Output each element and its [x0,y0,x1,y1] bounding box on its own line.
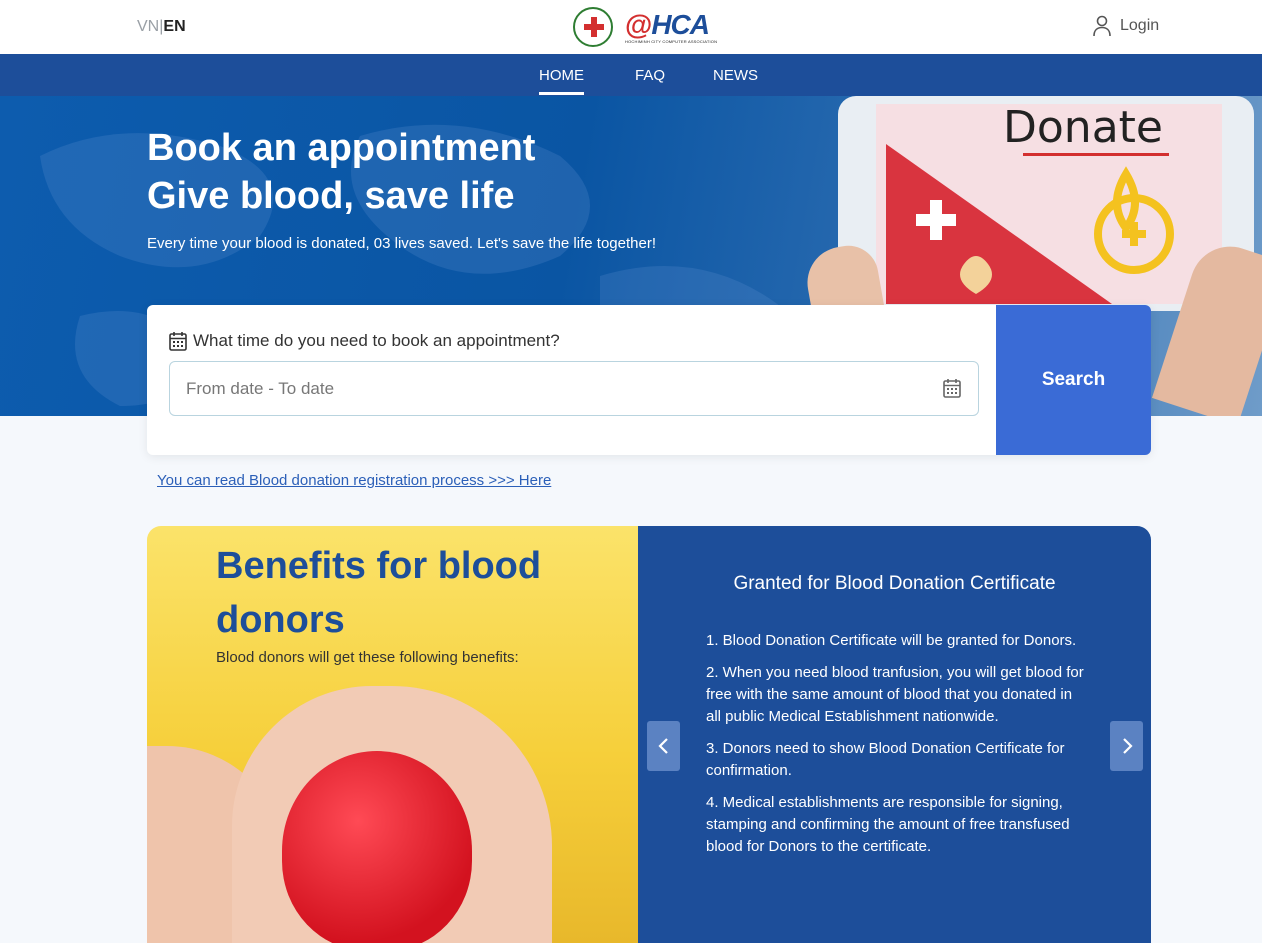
hero-tagline: Every time your blood is donated, 03 liv… [147,235,656,252]
nav-news[interactable]: NEWS [713,67,758,84]
nav-faq[interactable]: FAQ [635,67,665,84]
certificate-carousel: Granted for Blood Donation Certificate 1… [638,526,1151,943]
certificate-title: Granted for Blood Donation Certificate [733,573,1056,594]
search-label-text: What time do you need to book an appoint… [193,331,560,350]
hca-logo-at: @ [625,8,652,40]
main-nav: HOME FAQ NEWS [0,54,1262,96]
registration-process-link[interactable]: You can read Blood donation registration… [157,472,551,489]
search-button[interactable]: Search [996,305,1151,455]
hero-title-line2: Give blood, save life [147,175,515,217]
search-label: What time do you need to book an appoint… [169,331,560,351]
login-button[interactable]: Login [1092,15,1159,37]
hca-logo-subtitle: HOCHIMINH CITY COMPUTER ASSOCIATION [625,38,718,44]
date-picker-calendar-icon[interactable] [942,378,962,398]
carousel-prev-button[interactable] [647,721,680,771]
date-range-input[interactable] [169,361,979,416]
hero-title: Book an appointment Give blood, save lif… [147,124,535,220]
certificate-item: 4. Medical establishments are responsibl… [706,794,1070,855]
red-cross-logo [573,7,613,47]
hca-logo-text: HCA [651,8,710,40]
benefits-section: Benefits for blood donors Blood donors w… [147,526,638,943]
certificate-item: 3. Donors need to show Blood Donation Ce… [706,740,1065,779]
hca-logo: @HCA HOCHIMINH CITY COMPUTER ASSOCIATION [625,8,718,44]
logo-group[interactable]: @HCA HOCHIMINH CITY COMPUTER ASSOCIATION [573,7,717,47]
calendar-icon [169,332,187,351]
certificate-list: 1. Blood Donation Certificate will be gr… [706,630,1084,868]
lang-vn-link[interactable]: VN [137,18,159,35]
certificate-item: 2. When you need blood tranfusion, you w… [706,664,1084,725]
top-bar: VN|EN @HCA HOCHIMINH CITY COMPUTER ASSOC… [0,0,1262,54]
language-switcher: VN|EN [137,18,186,36]
carousel-next-button[interactable] [1110,721,1143,771]
nav-home[interactable]: HOME [539,67,584,95]
hero-title-line1: Book an appointment [147,127,536,169]
lang-en-link[interactable]: EN [163,18,185,35]
user-icon [1093,15,1111,37]
donate-underline [1023,153,1169,156]
chevron-left-icon [657,738,668,754]
appointment-search-card: What time do you need to book an appoint… [147,305,1151,455]
benefits-subtitle: Blood donors will get these following be… [216,649,519,666]
chevron-right-icon [1122,738,1133,754]
login-label: Login [1120,17,1160,34]
red-heart-illustration [282,751,472,943]
benefits-title: Benefits for blood donors [216,545,542,641]
certificate-item: 1. Blood Donation Certificate will be gr… [706,632,1077,649]
donate-word: Donate [1003,102,1163,153]
